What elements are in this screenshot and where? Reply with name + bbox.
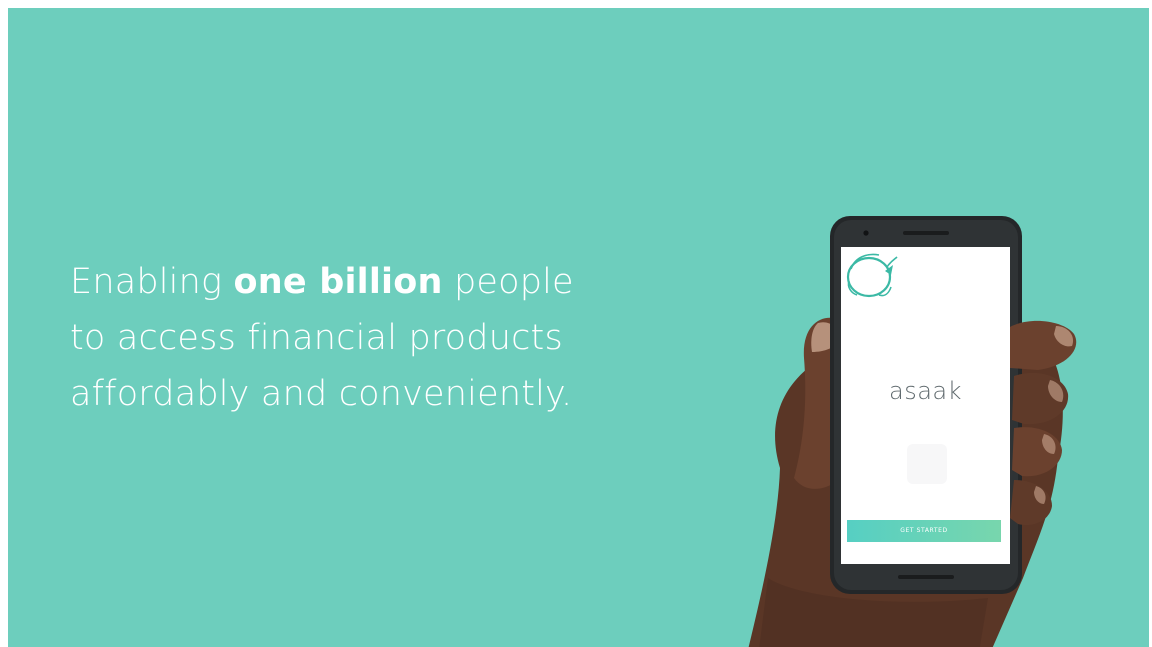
headline-text-before: Enabling [70, 262, 234, 302]
headline-emphasis: one billion [233, 262, 443, 302]
headline-line-3: affordably and conveniently. [70, 374, 573, 414]
brand-name: asaak [888, 377, 963, 405]
hero-headline: Enabling one billion people to access fi… [70, 254, 670, 422]
phone-screen: asaak GET STARTED [841, 247, 1010, 564]
hand-holding-phone: asaak GET STARTED [738, 198, 1118, 647]
get-started-button[interactable]: GET STARTED [847, 520, 1001, 542]
headline-text-after: people [442, 262, 574, 302]
faint-placeholder-icon [907, 444, 947, 484]
headline-line-2: to access financial products [70, 318, 563, 358]
hero-banner: Enabling one billion people to access fi… [8, 8, 1149, 647]
asaak-logo-icon [846, 253, 898, 298]
